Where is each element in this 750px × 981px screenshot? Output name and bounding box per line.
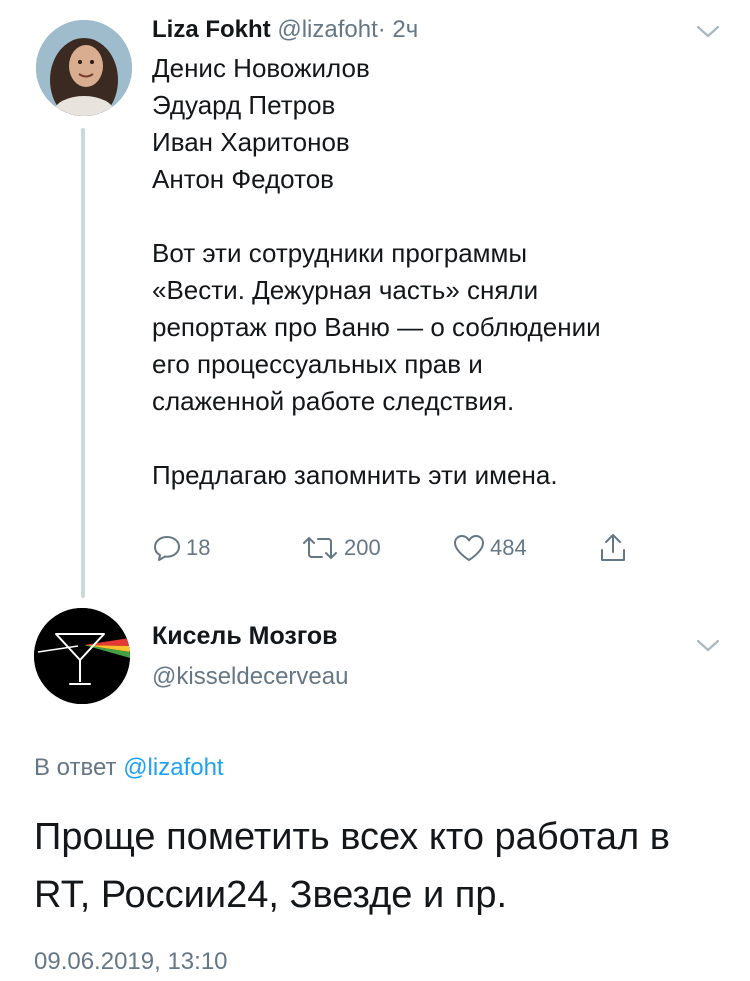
name-line: Эдуард Петров	[152, 90, 336, 120]
author-handle[interactable]: @kisseldecerveau	[152, 663, 348, 691]
reply-mention-link[interactable]: @lizafoht	[123, 754, 223, 781]
reply-icon	[154, 536, 180, 561]
heart-icon	[454, 535, 484, 561]
like-count: 484	[490, 535, 527, 560]
name-line: Денис Новожилов	[152, 53, 370, 83]
reply-context: В ответ @lizafoht	[34, 754, 224, 782]
like-button[interactable]: 484	[452, 530, 527, 566]
paragraph-line: его процессуальных прав и	[152, 349, 483, 379]
tweet-body: Денис Новожилов Эдуард Петров Иван Харит…	[152, 50, 732, 494]
chevron-down-icon[interactable]	[695, 24, 721, 40]
author-name[interactable]: Liza Fokht	[152, 16, 271, 43]
name-line: Антон Федотов	[152, 164, 334, 194]
tweet-text: Проще пометить всех кто работал в RT, Ро…	[34, 816, 670, 916]
tweet-time[interactable]: · 2ч	[378, 16, 419, 43]
reply-button[interactable]: 18	[152, 530, 210, 566]
share-icon	[601, 534, 625, 561]
name-line: Иван Харитонов	[152, 127, 350, 157]
thread-connector-line	[81, 128, 85, 598]
paragraph-line: «Вести. Дежурная часть» сняли	[152, 275, 539, 305]
paragraph-line: Вот эти сотрудники программы	[152, 238, 528, 268]
paragraph-line: репортаж про Ваню — о соблюдении	[152, 312, 601, 342]
chevron-down-icon[interactable]	[695, 638, 721, 654]
retweet-button[interactable]: 200	[300, 530, 381, 566]
author-handle[interactable]: @lizafoht	[277, 16, 377, 43]
reply-count: 18	[186, 535, 211, 560]
tweet-actions: 18 200 484	[152, 530, 652, 566]
tweet-header: Liza Fokht @lizafoht· 2ч	[152, 14, 418, 46]
retweet-count: 200	[344, 535, 381, 560]
avatar-kisel-mozgov[interactable]	[34, 608, 130, 704]
share-button[interactable]	[598, 530, 628, 566]
tweet-timestamp[interactable]: 09.06.2019, 13:10	[34, 948, 228, 976]
author-name[interactable]: Кисель Мозгов	[152, 622, 338, 651]
profile-photo-icon	[36, 20, 132, 116]
avatar-liza-fokht[interactable]	[36, 20, 132, 116]
martini-glass-prism-logo-icon	[34, 608, 130, 704]
reply-prefix: В ответ	[34, 754, 117, 781]
retweet-icon	[303, 537, 337, 559]
paragraph-line: слаженной работе следствия.	[152, 386, 515, 416]
closing-line: Предлагаю запомнить эти имена.	[152, 460, 558, 490]
